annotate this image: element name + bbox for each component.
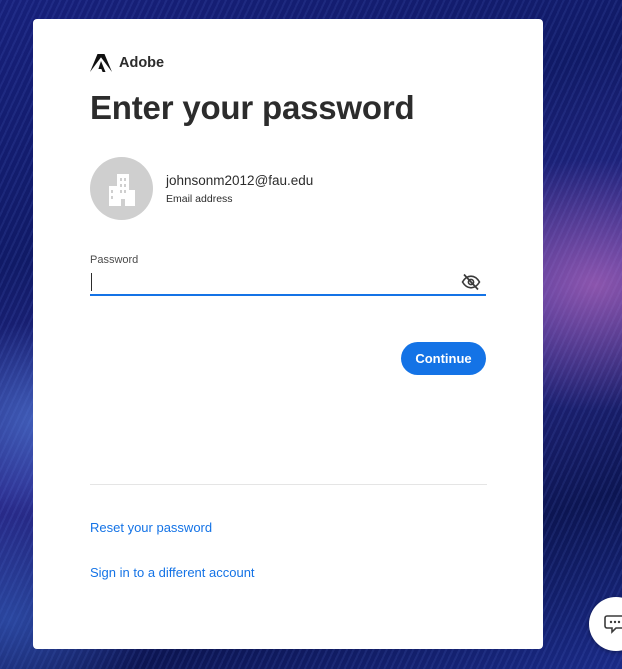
brand-name: Adobe — [119, 55, 165, 71]
account-email: johnsonm2012@fau.edu — [166, 172, 314, 188]
password-input[interactable] — [90, 270, 486, 296]
account-summary: johnsonm2012@fau.edu Email address — [90, 157, 313, 220]
sign-in-card: Adobe Enter your password johnsonm2012@f… — [33, 19, 543, 649]
reset-password-link[interactable]: Reset your password — [90, 520, 212, 535]
adobe-brand: Adobe — [90, 53, 164, 73]
avatar — [90, 157, 153, 220]
text-caret — [91, 273, 92, 291]
page-title: Enter your password — [90, 89, 415, 126]
toggle-password-visibility[interactable] — [461, 273, 481, 291]
email-address-label: Email address — [166, 192, 233, 205]
account-text: johnsonm2012@fau.edu Email address — [166, 173, 313, 205]
chat-bubble-icon — [604, 615, 622, 634]
continue-button[interactable]: Continue — [401, 342, 486, 375]
eye-slash-icon — [461, 273, 481, 291]
different-account-link[interactable]: Sign in to a different account — [90, 565, 255, 580]
building-icon — [108, 173, 135, 206]
password-label: Password — [90, 254, 139, 266]
divider — [90, 484, 487, 485]
adobe-logo-icon — [90, 54, 112, 72]
